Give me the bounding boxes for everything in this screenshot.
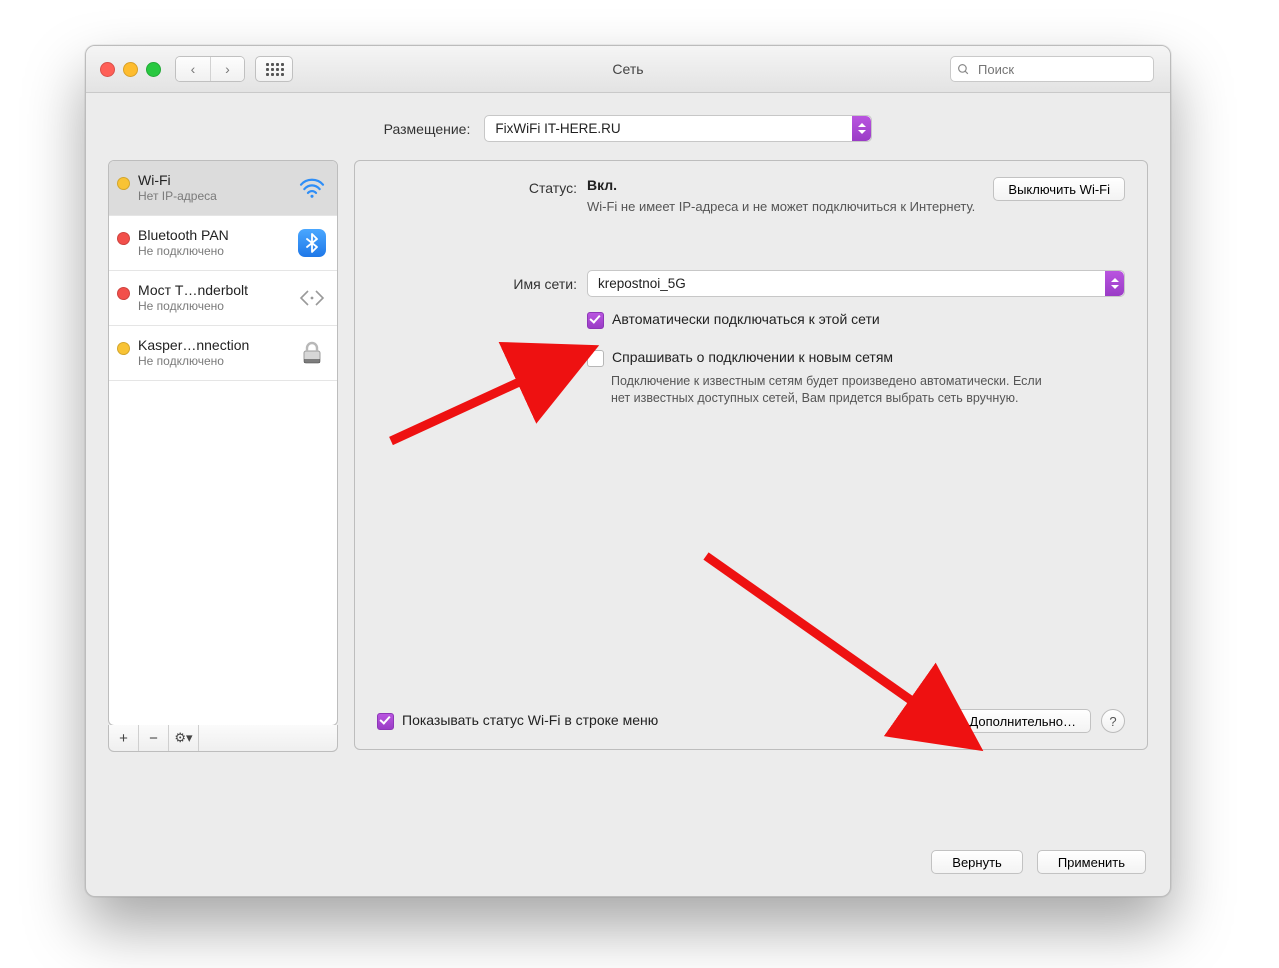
search-field[interactable]	[950, 56, 1154, 82]
sidebar-item-label: Wi-Fi	[138, 173, 289, 188]
window-controls	[100, 62, 161, 77]
apply-button[interactable]: Применить	[1037, 850, 1146, 874]
chevron-up-down-icon	[1105, 271, 1124, 296]
location-row: Размещение: FixWiFi IT-HERE.RU	[86, 93, 1170, 160]
thunderbolt-bridge-icon	[297, 286, 327, 310]
status-label: Статус:	[377, 177, 587, 196]
ask-to-join-label: Спрашивать о подключении к новым сетям	[612, 349, 893, 365]
sidebar-item-label: Мост T…nderbolt	[138, 283, 289, 298]
status-dot-icon	[117, 177, 130, 190]
sidebar-item-label: Bluetooth PAN	[138, 228, 289, 243]
revert-button[interactable]: Вернуть	[931, 850, 1023, 874]
grid-icon	[266, 63, 282, 75]
show-all-prefs-button[interactable]	[255, 56, 293, 82]
sidebar-item-wifi[interactable]: Wi-Fi Нет IP-адреса	[109, 161, 337, 216]
location-label: Размещение:	[384, 121, 471, 137]
sidebar-item-kaspersky-connection[interactable]: Kasper…nnection Не подключено	[109, 326, 337, 381]
back-button[interactable]: ‹	[176, 57, 210, 81]
sidebar-item-label: Kasper…nnection	[138, 338, 289, 353]
checkbox-icon	[587, 350, 604, 367]
network-name-select[interactable]: krepostnoi_5G	[587, 270, 1125, 297]
footer-buttons: Вернуть Применить	[931, 850, 1146, 874]
status-description: Wi-Fi не имеет IP-адреса и не может подк…	[587, 199, 993, 214]
location-value: FixWiFi IT-HERE.RU	[495, 121, 620, 136]
zoom-window-button[interactable]	[146, 62, 161, 77]
add-interface-button[interactable]: +	[109, 725, 139, 751]
bluetooth-icon	[297, 228, 327, 258]
status-dot-icon	[117, 232, 130, 245]
ask-to-join-checkbox[interactable]: Спрашивать о подключении к новым сетям	[587, 349, 1125, 367]
advanced-button[interactable]: Дополнительно…	[954, 709, 1091, 733]
network-name-value: krepostnoi_5G	[598, 276, 686, 291]
auto-join-checkbox[interactable]: Автоматически подключаться к этой сети	[587, 311, 1125, 329]
sidebar-item-sub: Нет IP-адреса	[138, 189, 289, 203]
status-dot-icon	[117, 287, 130, 300]
ask-to-join-description: Подключение к известным сетям будет прои…	[611, 373, 1051, 407]
sidebar-item-sub: Не подключено	[138, 244, 289, 258]
forward-button[interactable]: ›	[210, 57, 244, 81]
remove-interface-button[interactable]: −	[139, 725, 169, 751]
interfaces-sidebar: Wi-Fi Нет IP-адреса Bluetooth PAN Не под…	[108, 160, 338, 726]
chevron-up-down-icon	[852, 116, 871, 141]
sidebar-actions: + − ⚙▾	[108, 725, 338, 752]
show-wifi-status-label: Показывать статус Wi-Fi в строке меню	[402, 712, 658, 728]
nav-back-forward: ‹ ›	[175, 56, 245, 82]
network-preferences-window: ‹ › Сеть Размещение: FixWiFi IT-HERE.RU	[85, 45, 1171, 897]
turn-wifi-off-button[interactable]: Выключить Wi-Fi	[993, 177, 1125, 201]
wifi-icon	[297, 173, 327, 203]
search-input[interactable]	[976, 61, 1147, 78]
location-select[interactable]: FixWiFi IT-HERE.RU	[484, 115, 872, 142]
interface-settings-panel: Статус: Вкл. Wi-Fi не имеет IP-адреса и …	[354, 160, 1148, 750]
titlebar: ‹ › Сеть	[86, 46, 1170, 93]
lock-icon	[297, 338, 327, 368]
sidebar-item-sub: Не подключено	[138, 299, 289, 313]
sidebar-item-sub: Не подключено	[138, 354, 289, 368]
interface-options-button[interactable]: ⚙▾	[169, 725, 199, 751]
help-button[interactable]: ?	[1101, 709, 1125, 733]
checkbox-icon	[587, 312, 604, 329]
auto-join-label: Автоматически подключаться к этой сети	[612, 311, 880, 327]
minimize-window-button[interactable]	[123, 62, 138, 77]
close-window-button[interactable]	[100, 62, 115, 77]
checkbox-icon	[377, 713, 394, 730]
sidebar-item-thunderbolt-bridge[interactable]: Мост T…nderbolt Не подключено	[109, 271, 337, 326]
sidebar-item-bluetooth-pan[interactable]: Bluetooth PAN Не подключено	[109, 216, 337, 271]
status-value: Вкл.	[587, 177, 993, 193]
search-icon	[957, 63, 970, 76]
show-wifi-status-checkbox[interactable]: Показывать статус Wi-Fi в строке меню	[377, 712, 658, 730]
status-dot-icon	[117, 342, 130, 355]
network-name-label: Имя сети:	[377, 276, 587, 292]
